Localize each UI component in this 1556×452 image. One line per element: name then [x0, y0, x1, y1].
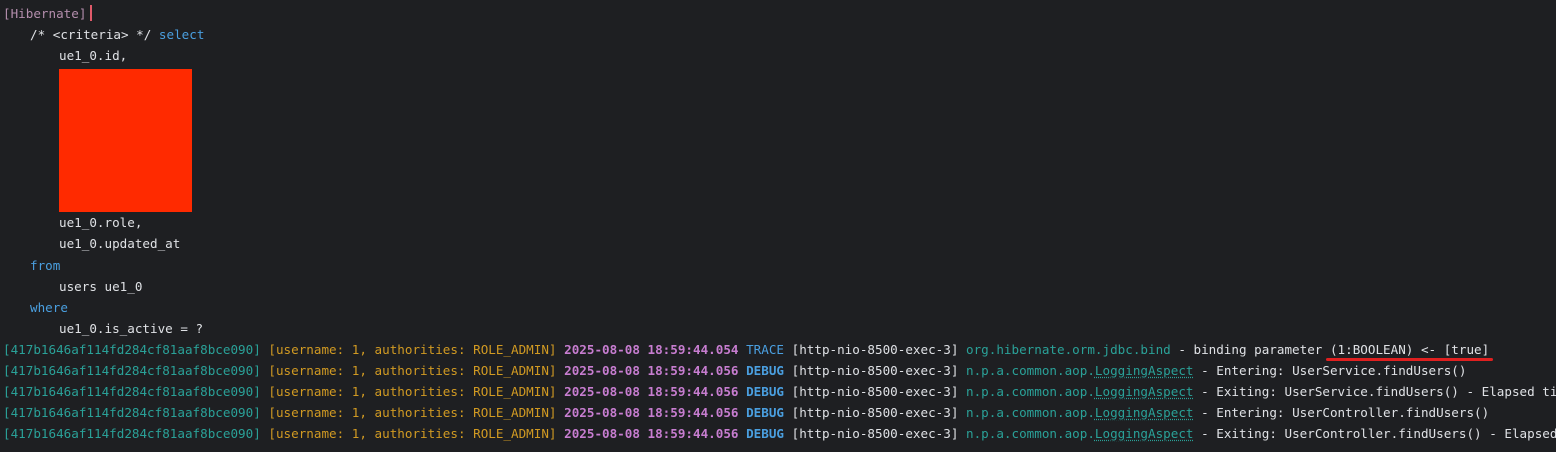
thread-name: [http-nio-8500-exec-3] — [791, 426, 959, 441]
log-line: [417b1646af114fd284cf81aaf8bce090] [user… — [3, 360, 1466, 381]
logger-name[interactable]: n.p.a.common.aop.LoggingAspect — [966, 405, 1193, 420]
text-cursor — [90, 5, 93, 21]
logger-name[interactable]: n.p.a.common.aop.LoggingAspect — [966, 363, 1193, 378]
hibernate-header: [Hibernate] — [3, 3, 93, 24]
logger-class-link[interactable]: LoggingAspect — [1095, 363, 1194, 378]
sql-column-id: ue1_0.id, — [59, 48, 128, 63]
timestamp: 2025-08-08 18:59:44.056 — [564, 363, 739, 378]
mdc-context: [username: 1, authorities: ROLE_ADMIN] — [268, 384, 557, 399]
log-message: - Exiting: UserController.findUsers() - … — [1201, 426, 1556, 441]
log-level: DEBUG — [746, 405, 785, 420]
mdc-context: [username: 1, authorities: ROLE_ADMIN] — [268, 426, 557, 441]
logger-package: n.p.a.common.aop. — [966, 426, 1095, 441]
log-level: DEBUG — [746, 363, 785, 378]
console-output: [Hibernate] /* <criteria> */ select ue1_… — [0, 0, 1556, 452]
thread-name: [http-nio-8500-exec-3] — [791, 405, 959, 420]
log-message: - Entering: UserService.findUsers() — [1193, 363, 1467, 378]
mdc-context: [username: 1, authorities: ROLE_ADMIN] — [268, 363, 557, 378]
logger-package: n.p.a.common.aop. — [966, 405, 1095, 420]
thread-name: [http-nio-8500-exec-3] — [791, 384, 959, 399]
trace-id: [417b1646af114fd284cf81aaf8bce090] — [3, 405, 261, 420]
sql-from-keyword: from — [30, 258, 61, 273]
trace-id: [417b1646af114fd284cf81aaf8bce090] — [3, 363, 261, 378]
trace-id: [417b1646af114fd284cf81aaf8bce090] — [3, 342, 261, 357]
redaction-box — [59, 69, 192, 212]
sql-column-role: ue1_0.role, — [59, 215, 143, 230]
logger-name[interactable]: n.p.a.common.aop.LoggingAspect — [966, 384, 1193, 399]
timestamp: 2025-08-08 18:59:44.054 — [564, 342, 739, 357]
log-line: [417b1646af114fd284cf81aaf8bce090] [user… — [3, 339, 1489, 360]
log-message: - Exiting: UserService.findUsers() - Ela… — [1201, 384, 1556, 399]
sql-comment: /* <criteria> */ — [30, 27, 152, 42]
log-level: DEBUG — [746, 384, 785, 399]
trace-id: [417b1646af114fd284cf81aaf8bce090] — [3, 384, 261, 399]
logger-class-link[interactable]: LoggingAspect — [1095, 426, 1194, 441]
log-line: [417b1646af114fd284cf81aaf8bce090] [user… — [3, 423, 1556, 444]
log-level: TRACE — [746, 342, 785, 357]
logger-name[interactable]: n.p.a.common.aop.LoggingAspect — [966, 426, 1193, 441]
logger-package: n.p.a.common.aop. — [966, 363, 1095, 378]
highlighted-binding: (1:BOOLEAN) <- [true] — [1329, 342, 1490, 357]
trace-id: [417b1646af114fd284cf81aaf8bce090] — [3, 426, 261, 441]
logger-class-link[interactable]: LoggingAspect — [1095, 384, 1194, 399]
sql-condition: ue1_0.is_active = ? — [59, 321, 204, 336]
logger-class-link[interactable]: LoggingAspect — [1095, 405, 1194, 420]
logger-package: n.p.a.common.aop. — [966, 384, 1095, 399]
mdc-context: [username: 1, authorities: ROLE_ADMIN] — [268, 405, 557, 420]
thread-name: [http-nio-8500-exec-3] — [791, 342, 959, 357]
log-line: [417b1646af114fd284cf81aaf8bce090] [user… — [3, 402, 1489, 423]
sql-where-keyword: where — [30, 300, 68, 315]
timestamp: 2025-08-08 18:59:44.056 — [564, 384, 739, 399]
mdc-context: [username: 1, authorities: ROLE_ADMIN] — [268, 342, 557, 357]
sql-comment-line: /* <criteria> */ select — [30, 24, 204, 45]
log-line: [417b1646af114fd284cf81aaf8bce090] [user… — [3, 381, 1556, 402]
thread-name: [http-nio-8500-exec-3] — [791, 363, 959, 378]
log-message: - Entering: UserController.findUsers() — [1193, 405, 1490, 420]
timestamp: 2025-08-08 18:59:44.056 — [564, 405, 739, 420]
hibernate-tag: [Hibernate] — [3, 6, 87, 21]
log-level: DEBUG — [746, 426, 785, 441]
logger-name: org.hibernate.orm.jdbc.bind — [966, 342, 1171, 357]
sql-table: users ue1_0 — [59, 279, 143, 294]
sql-column-updated: ue1_0.updated_at — [59, 236, 181, 251]
log-message: - binding parameter — [1170, 342, 1330, 357]
sql-select-keyword: select — [158, 27, 205, 42]
timestamp: 2025-08-08 18:59:44.056 — [564, 426, 739, 441]
